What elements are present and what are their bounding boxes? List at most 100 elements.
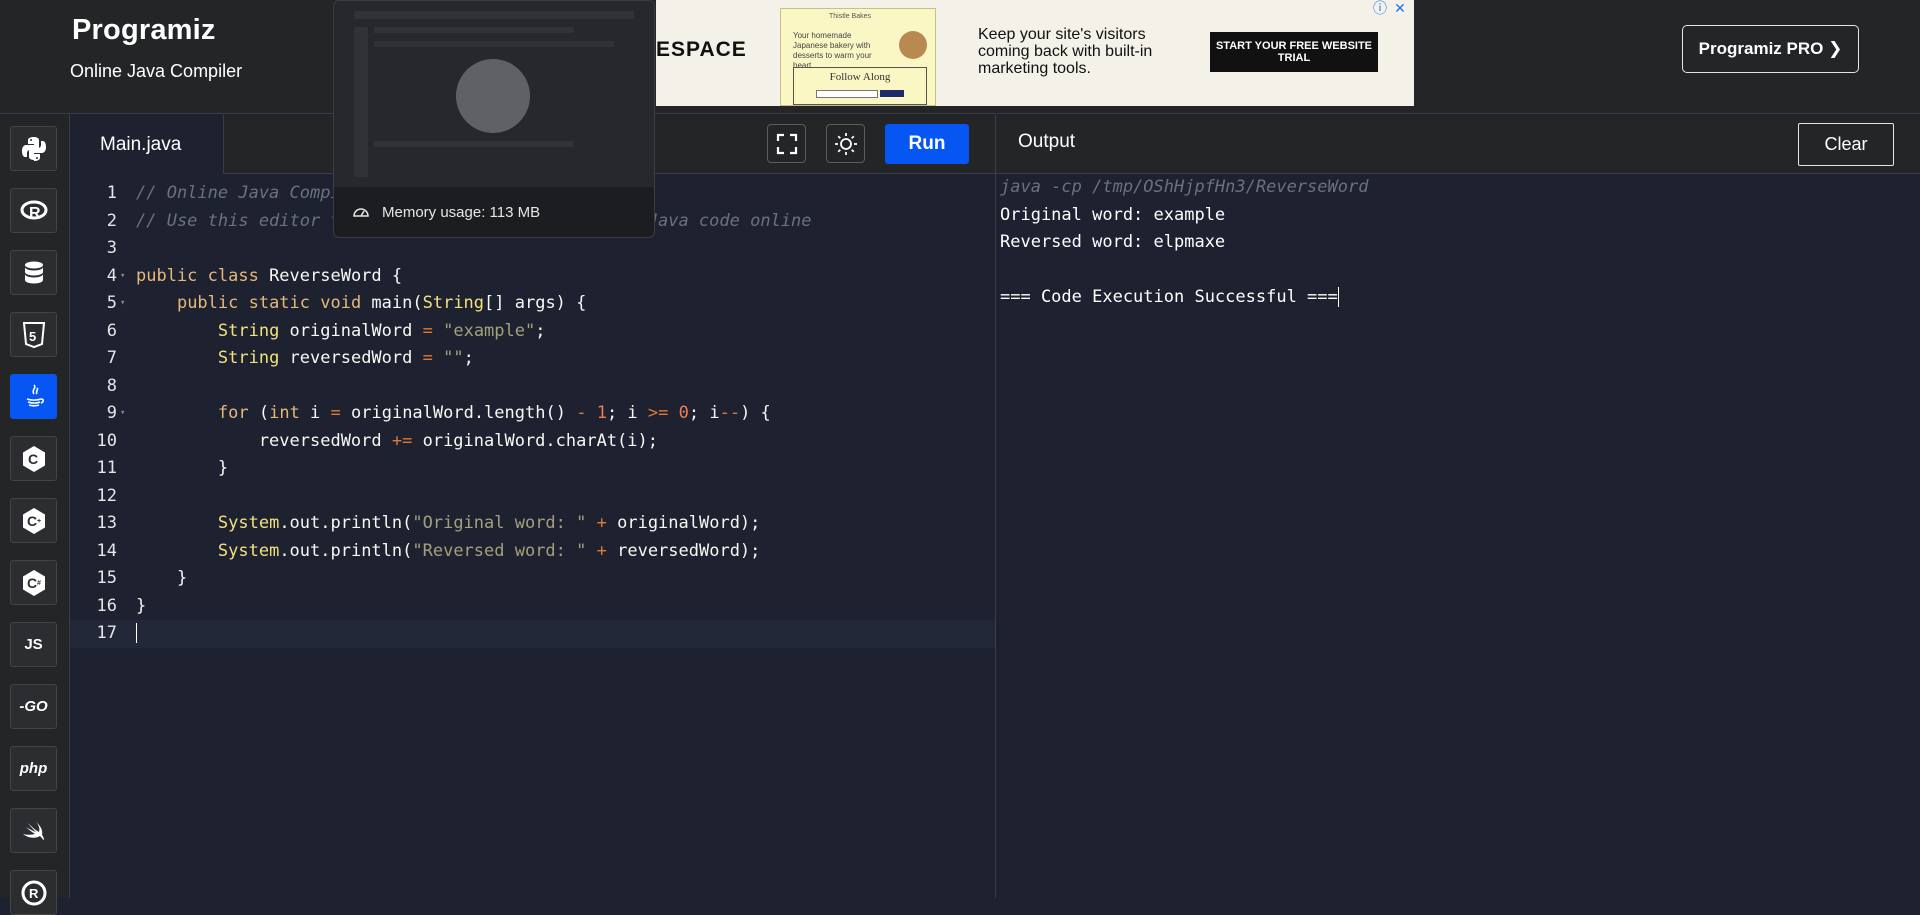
sidebar-item-javascript[interactable]: JS: [10, 622, 57, 667]
sidebar-item-c[interactable]: C: [10, 436, 57, 481]
line-number: 5: [106, 293, 117, 313]
memory-usage-footer: Memory usage: 113 MB: [334, 187, 654, 237]
python-icon: [21, 136, 46, 161]
sidebar-item-sql[interactable]: [10, 250, 57, 295]
line-number: 1: [106, 183, 117, 203]
sidebar-item-python[interactable]: [10, 126, 57, 171]
output-status-text: === Code Execution Successful ===: [1000, 287, 1338, 307]
rust-icon: R: [21, 880, 46, 905]
output-title: Output: [1018, 131, 1076, 152]
line-number: 13: [96, 513, 117, 533]
programiz-pro-button[interactable]: Programiz PRO ❯: [1682, 25, 1859, 73]
csharp-icon: C #: [22, 569, 45, 596]
line-number: 4: [106, 265, 117, 286]
ad-headline: Keep your site's visitors coming back wi…: [978, 26, 1153, 77]
language-sidebar: R 5 C C + C # JS -GO php R: [0, 115, 70, 915]
code-line: 6 String originalWord = "example";: [70, 318, 995, 346]
java-icon: [26, 383, 44, 407]
code-text: }: [136, 458, 229, 478]
code-line: 4 ▾ public class ReverseWord {: [70, 263, 995, 291]
code-line: 3: [70, 235, 995, 263]
sidebar-item-rust[interactable]: R: [10, 870, 57, 915]
ad-card-brand: Thistle Bakes: [829, 13, 872, 20]
go-icon: -GO: [19, 698, 48, 715]
code-text: System.out.println("Original word: " + o…: [217, 513, 761, 533]
fold-arrow-icon[interactable]: ▾: [120, 290, 125, 318]
output-cursor: [1337, 287, 1339, 307]
svg-text:C: C: [27, 513, 37, 529]
swift-icon: [22, 821, 44, 840]
memory-usage-popup: Memory usage: 113 MB: [333, 0, 655, 238]
sidebar-item-csharp[interactable]: C #: [10, 560, 57, 605]
output-panel: Output Clear java -cp /tmp/OShHjpfHn3/Re…: [995, 115, 1920, 898]
sidebar-item-html[interactable]: 5: [10, 312, 57, 357]
r-icon: R: [20, 200, 47, 222]
html5-icon: 5: [22, 321, 45, 348]
fold-arrow-icon[interactable]: ▾: [120, 400, 125, 428]
code-line: 14 System.out.println("Reversed word: " …: [70, 538, 995, 566]
code-text: public class ReverseWord {: [136, 265, 403, 286]
line-number: 2: [106, 210, 117, 231]
code-text: String originalWord = "example";: [217, 320, 546, 341]
memory-usage-label: Memory usage: 113 MB: [382, 203, 541, 221]
cookie-image: [899, 31, 927, 59]
line-number: 17: [96, 623, 117, 643]
code-text: }: [136, 595, 147, 616]
ad-info-icon[interactable]: ⓘ: [1372, 0, 1388, 16]
ad-left-text: ESPACE: [656, 38, 747, 61]
ad-close-icon[interactable]: ✕: [1392, 0, 1408, 16]
ad-cta-button[interactable]: START YOUR FREE WEBSITE TRIAL: [1210, 32, 1378, 72]
sidebar-item-php[interactable]: php: [10, 746, 57, 791]
svg-text:+: +: [37, 518, 41, 525]
fullscreen-button[interactable]: [767, 124, 806, 163]
php-icon: php: [19, 760, 48, 777]
code-text: for (int i = originalWord.length() - 1; …: [217, 403, 771, 423]
svg-text:R: R: [29, 886, 39, 901]
fullscreen-icon: [776, 133, 797, 154]
output-line: Original word: example: [1000, 204, 1226, 225]
programiz-logo[interactable]: Programiz: [72, 14, 216, 47]
sidebar-item-go[interactable]: -GO: [10, 684, 57, 729]
cpp-icon: C +: [22, 507, 45, 534]
sidebar-item-cpp[interactable]: C +: [10, 498, 57, 543]
fold-arrow-icon[interactable]: ▾: [120, 263, 125, 291]
line-number: 6: [106, 320, 117, 341]
page-subtitle: Online Java Compiler: [70, 61, 243, 81]
code-area[interactable]: 1// Online Java Compiler 2// Use this ed…: [70, 174, 995, 898]
code-text: reversedWord += originalWord.charAt(i);: [136, 430, 658, 451]
line-number: 14: [96, 540, 117, 561]
code-text: public static void main(String[] args) {: [176, 293, 587, 313]
code-line: 7 String reversedWord = "";: [70, 345, 995, 373]
code-line: 8: [70, 373, 995, 401]
output-toolbar: Output Clear: [996, 115, 1920, 174]
code-line: 15 }: [70, 565, 995, 593]
svg-text:C: C: [27, 575, 37, 591]
ad-banner[interactable]: ESPACE Thistle Bakes Your homemade Japan…: [656, 0, 1414, 106]
tab-main-java[interactable]: Main.java: [70, 115, 224, 174]
code-line: 16}: [70, 593, 995, 621]
output-console[interactable]: java -cp /tmp/OShHjpfHn3/ReverseWord Orig…: [1000, 174, 1368, 312]
sidebar-item-r[interactable]: R: [10, 188, 57, 233]
code-text: }: [136, 568, 188, 588]
run-button[interactable]: Run: [885, 124, 969, 164]
sidebar-item-java[interactable]: [10, 374, 57, 419]
ad-card: Thistle Bakes Your homemade Japanese bak…: [780, 8, 936, 106]
code-text: String reversedWord = "";: [217, 348, 474, 368]
line-number: 12: [96, 485, 117, 506]
output-line: Reversed word: elpmaxe: [1000, 232, 1226, 252]
code-line: 10 reversedWord += originalWord.charAt(i…: [70, 428, 995, 456]
programiz-logo-icon: [456, 59, 530, 133]
database-icon: [24, 261, 43, 283]
line-number: 8: [106, 375, 117, 396]
output-status: === Code Execution Successful ===: [1000, 284, 1368, 312]
svg-text:R: R: [29, 205, 41, 222]
output-blank-line: [1000, 257, 1368, 285]
javascript-icon: JS: [24, 636, 43, 653]
sidebar-item-swift[interactable]: [10, 808, 57, 853]
code-line: 5 ▾ public static void main(String[] args…: [70, 290, 995, 318]
clear-button[interactable]: Clear: [1798, 123, 1894, 166]
output-command: java -cp /tmp/OShHjpfHn3/ReverseWord: [1000, 177, 1369, 197]
line-number: 11: [96, 458, 117, 478]
theme-toggle-button[interactable]: [826, 124, 865, 163]
line-number: 7: [106, 348, 117, 368]
